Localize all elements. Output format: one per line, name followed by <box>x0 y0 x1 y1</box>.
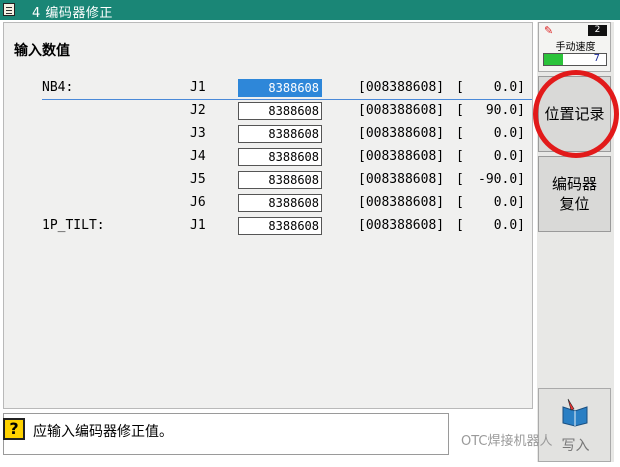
position-record-button[interactable]: 位置记录 <box>538 76 611 152</box>
axis-label: J5 <box>190 172 206 187</box>
window-title: 4 编码器修正 <box>32 6 113 21</box>
window-menu-icon[interactable] <box>3 3 15 16</box>
raw-encoder-value: [008388608] <box>358 172 445 187</box>
robot-arm-icon: ✎ <box>544 24 554 37</box>
section-heading: 输入数值 <box>14 43 70 59</box>
encoder-reset-button[interactable]: 编码器 复位 <box>538 156 611 232</box>
position-record-label: 位置记录 <box>544 105 605 123</box>
row-label: 1P_TILT: <box>42 218 105 233</box>
encoder-value-input[interactable]: 8388608 <box>238 171 322 189</box>
speed-fill <box>544 54 563 65</box>
row-separator <box>42 99 532 100</box>
encoder-value-input[interactable]: 8388608 <box>238 125 322 143</box>
angle-value: 0.0] <box>493 218 525 233</box>
write-button[interactable]: 写入 <box>538 388 611 462</box>
encoder-reset-label-2: 复位 <box>559 195 590 213</box>
raw-encoder-value: [008388608] <box>358 103 445 118</box>
raw-encoder-value: [008388608] <box>358 80 445 95</box>
message-text: 应输入编码器修正值。 <box>33 424 173 440</box>
raw-encoder-value: [008388608] <box>358 149 445 164</box>
angle-value: 0.0] <box>493 80 525 95</box>
encoder-value-input[interactable]: 8388608 <box>238 217 322 235</box>
help-icon[interactable]: ? <box>3 418 25 440</box>
angle-value: -90.0] <box>478 172 525 187</box>
encoder-value-input[interactable]: 8388608 <box>238 102 322 120</box>
angle-value: 90.0] <box>485 103 525 118</box>
raw-encoder-value: [008388608] <box>358 218 445 233</box>
mode-number: 2 <box>588 25 607 36</box>
axis-label: J3 <box>190 126 206 141</box>
encoder-reset-label-1: 编码器 <box>551 175 597 193</box>
manual-speed-indicator: ✎ 2 手动速度 7 <box>538 22 611 72</box>
axis-label: J1 <box>190 218 206 233</box>
axis-label: J1 <box>190 80 206 95</box>
encoder-value-input[interactable]: 8388608 <box>238 79 322 97</box>
axis-label: J6 <box>190 195 206 210</box>
axis-label: J4 <box>190 149 206 164</box>
watermark-text: OTC焊接机器人 <box>461 434 553 449</box>
angle-value: 0.0] <box>493 195 525 210</box>
book-write-icon <box>562 398 588 427</box>
speed-level: 7 <box>593 53 600 64</box>
row-label: NB4: <box>42 80 74 95</box>
raw-encoder-value: [008388608] <box>358 126 445 141</box>
raw-encoder-value: [008388608] <box>358 195 445 210</box>
title-bar: 4 编码器修正 <box>0 0 620 21</box>
speed-label: 手动速度 <box>555 42 596 53</box>
speed-bar: 7 <box>543 53 607 66</box>
encoder-value-input[interactable]: 8388608 <box>238 148 322 166</box>
angle-value: 0.0] <box>493 126 525 141</box>
angle-value: 0.0] <box>493 149 525 164</box>
axis-label: J2 <box>190 103 206 118</box>
encoder-value-input[interactable]: 8388608 <box>238 194 322 212</box>
